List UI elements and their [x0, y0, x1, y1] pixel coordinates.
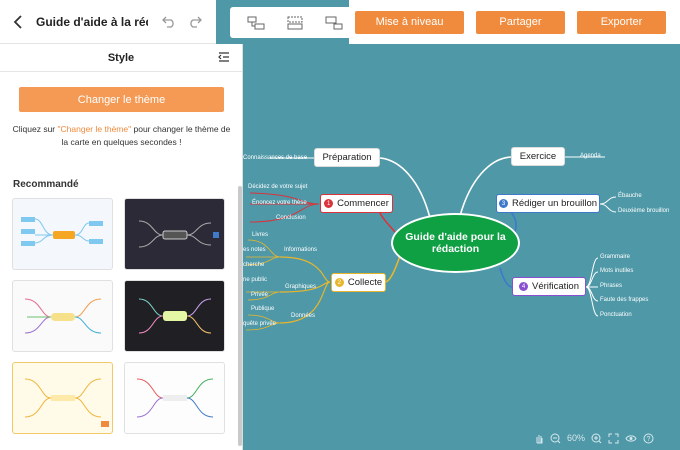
node-commencer[interactable]: 1 Commencer [320, 194, 393, 213]
badge-number: 1 [324, 199, 334, 208]
leaf-topic[interactable]: Connaissances de base [243, 155, 307, 161]
central-topic[interactable]: Guide d'aide pour la rédaction [391, 213, 520, 273]
leaf-topic[interactable]: Décidez de votre sujet [248, 184, 307, 190]
leaf-topic[interactable]: Faute des frappes [600, 297, 648, 303]
leaf-topic[interactable]: quête privée [243, 321, 276, 327]
leaf-topic[interactable]: Deuxième brouillon [618, 208, 669, 214]
node-verification[interactable]: 4 Vérification [512, 277, 586, 296]
leaf-topic[interactable]: es notes [243, 247, 266, 253]
zoom-level: 60% [567, 433, 586, 443]
hand-pan-icon[interactable] [534, 433, 544, 444]
leaf-topic[interactable]: Énoncez votre thèse [252, 200, 307, 206]
node-preparation[interactable]: Préparation [314, 148, 380, 167]
leaf-topic[interactable]: Informations [284, 247, 317, 253]
leaf-topic[interactable]: Privée [251, 292, 268, 298]
node-exercice[interactable]: Exercice [511, 147, 565, 166]
zoom-toolbar: 60% ? [534, 431, 676, 445]
leaf-topic[interactable]: Données [291, 313, 315, 319]
leaf-topic[interactable]: Agenda [580, 153, 601, 159]
fit-screen-icon[interactable] [608, 433, 619, 444]
leaf-topic[interactable]: Phrases [600, 283, 622, 289]
leaf-topic[interactable]: Publique [251, 306, 274, 312]
svg-text:?: ? [647, 436, 651, 443]
leaf-topic[interactable]: Conclusion [276, 215, 306, 221]
leaf-topic[interactable]: Livres [252, 232, 268, 238]
badge-number: 3 [498, 199, 508, 208]
preview-eye-icon[interactable] [625, 434, 637, 443]
leaf-topic[interactable]: Ponctuation [600, 312, 632, 318]
mindmap-connectors [245, 156, 617, 331]
leaf-topic[interactable]: cherche [243, 262, 264, 268]
node-brouillon[interactable]: 3 Rédiger un brouillon [496, 194, 600, 213]
badge-number: 4 [519, 282, 528, 291]
zoom-in-icon[interactable] [591, 433, 602, 444]
leaf-topic[interactable]: ne public [243, 277, 267, 283]
zoom-out-icon[interactable] [550, 433, 561, 444]
help-icon[interactable]: ? [643, 433, 654, 444]
node-collecte[interactable]: 2 Collecte [331, 273, 386, 292]
badge-number: 2 [334, 278, 344, 287]
leaf-topic[interactable]: Graphiques [285, 284, 316, 290]
leaf-topic[interactable]: Ébauche [618, 193, 642, 199]
leaf-topic[interactable]: Mots inutiles [600, 268, 633, 274]
leaf-topic[interactable]: Grammaire [600, 254, 630, 260]
